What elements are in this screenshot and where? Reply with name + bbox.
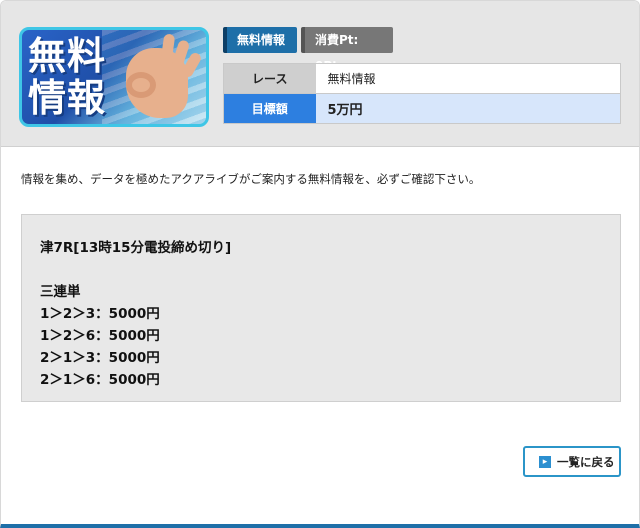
target-value: 5万円 [315,93,621,124]
info-table: レース 無料情報 目標額 5万円 [223,63,621,124]
bet-type: 三連単 [40,284,81,300]
lead-text: 情報を集め、データを極めたアクアライブがご案内する無料情報を、必ずご確認下さい。 [21,172,481,186]
race-line: 津7R[13時15分電投締め切り] [40,240,232,256]
bet-line: 1＞2＞6：5000円 [40,328,160,344]
points-cost-tag: 消費Pt: 0Pt [301,27,393,73]
back-to-list-label: 一覧に戻る [557,454,615,469]
bet-line: 2＞1＞3：5000円 [40,350,160,366]
race-value: 無料情報 [315,63,621,94]
back-to-list-button[interactable]: ▸ 一覧に戻る [523,446,621,477]
banner-text-line2: 情報 [28,76,107,120]
chevron-right-icon: ▸ [539,455,551,468]
info-row-target: 目標額 5万円 [223,93,621,124]
info-row-race: レース 無料情報 [223,63,621,94]
prediction-box: 津7R[13時15分電投締め切り] 三連単 1＞2＞3：5000円 1＞2＞6：… [21,214,621,402]
bet-line: 2＞1＞6：5000円 [40,372,160,388]
page-frame: 無料 情報 無料情報 消費Pt: 0Pt レース 無料情報 目標額 5万円 情報… [0,0,640,528]
ok-hand-ring [126,72,156,98]
free-info-tag: 無料情報 [223,27,297,53]
header: 無料 情報 無料情報 消費Pt: 0Pt レース 無料情報 目標額 5万円 [1,1,639,147]
bet-line: 1＞2＞3：5000円 [40,306,160,322]
banner-text-line1: 無料 [28,34,107,78]
target-key: 目標額 [223,93,316,124]
race-key: レース [223,63,316,94]
free-info-banner-image: 無料 情報 [19,27,209,127]
